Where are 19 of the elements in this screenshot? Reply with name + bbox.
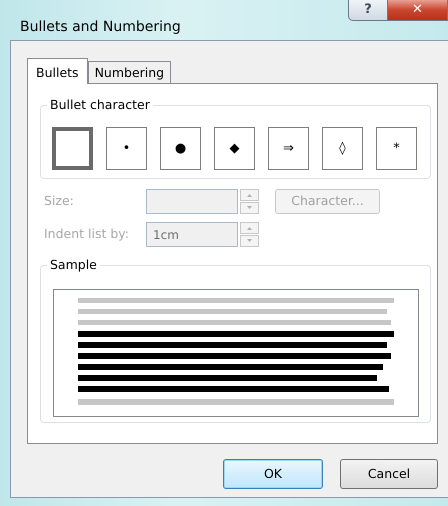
tab[interactable]: Bullets xyxy=(27,58,88,84)
size-spinner-icon[interactable] xyxy=(240,189,259,214)
window-title: Bullets and Numbering xyxy=(20,18,182,37)
cancel-button[interactable]: Cancel xyxy=(340,459,438,489)
bullet-option[interactable]: ● xyxy=(160,127,201,170)
bullet-option[interactable]: ◆ xyxy=(214,127,255,170)
bullet-option[interactable]: ◊ xyxy=(322,127,363,170)
bullet-option[interactable]: ⇒ xyxy=(268,127,309,170)
bullet-option[interactable]: * xyxy=(376,127,417,170)
indent-label: Indent list by: xyxy=(43,225,130,244)
indent-spinner-icon[interactable] xyxy=(240,222,259,247)
help-button[interactable]: ? xyxy=(348,0,388,21)
bullet-option[interactable]: • xyxy=(106,127,147,170)
size-label: Size: xyxy=(43,192,75,210)
group-title: Sample xyxy=(47,257,100,273)
ok-button[interactable]: OK xyxy=(223,459,323,489)
tab[interactable]: Numbering xyxy=(88,61,172,83)
bullet-none-option[interactable] xyxy=(52,127,93,170)
close-button[interactable]: ✕ xyxy=(388,0,448,21)
